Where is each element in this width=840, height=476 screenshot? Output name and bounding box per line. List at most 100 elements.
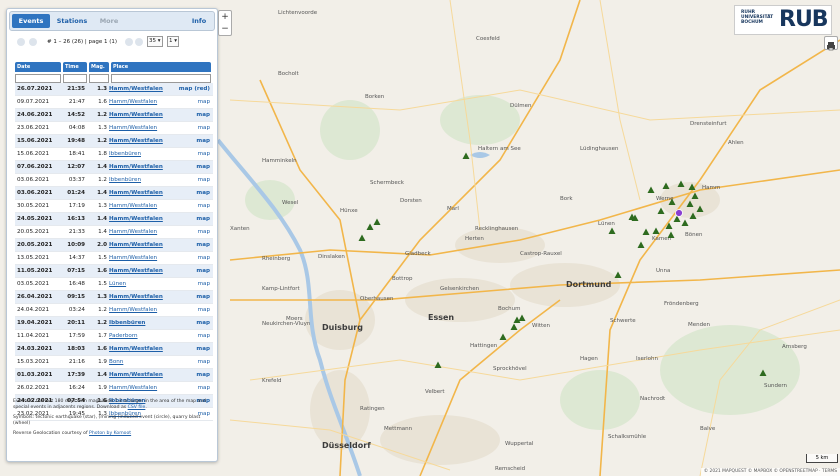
- cell-map-link[interactable]: map: [170, 135, 210, 147]
- col-header-date[interactable]: Date: [15, 62, 61, 72]
- table-row[interactable]: 03.06.2021 03:37 1.2 Ibbenbüren map: [15, 174, 213, 187]
- cell-map-link[interactable]: map: [170, 252, 210, 264]
- page-status: # 1 – 26 (26) | page 1 (1): [47, 39, 118, 45]
- cell-map-link[interactable]: map: [170, 291, 210, 303]
- table-row[interactable]: 09.07.2021 21:47 1.6 Hamm/Westfalen map: [15, 96, 213, 109]
- filter-date-input[interactable]: [15, 74, 61, 83]
- city-label: Dortmund: [566, 280, 612, 289]
- cell-map-link[interactable]: map: [170, 317, 210, 329]
- next-page-icon[interactable]: [125, 38, 133, 46]
- city-label: Bocholt: [278, 71, 300, 77]
- city-label: Hagen: [580, 356, 598, 362]
- cell-map-link[interactable]: map: [170, 161, 210, 173]
- cell-map-link[interactable]: map: [170, 265, 210, 277]
- tab-events[interactable]: Events: [12, 14, 50, 28]
- cell-mag: 1.4: [97, 190, 107, 196]
- cell-map-link[interactable]: map: [170, 343, 210, 355]
- cell-date: 23.06.2021: [17, 125, 50, 131]
- table-row[interactable]: 03.05.2021 16:48 1.5 Lünen map: [15, 278, 213, 291]
- cell-map-link[interactable]: map: [170, 226, 210, 238]
- cell-map-link[interactable]: map: [170, 213, 210, 225]
- csv-link[interactable]: CSV file: [128, 405, 146, 410]
- zoom-in-button[interactable]: +: [219, 11, 231, 23]
- table-row[interactable]: 15.06.2021 19:48 1.2 Hamm/Westfalen map: [15, 135, 213, 148]
- cell-date: 03.06.2021: [17, 177, 50, 183]
- map-attribution[interactable]: © 2021 MAPQUEST © MAPBOX © OPENSTREETMAP…: [700, 468, 840, 476]
- rub-logo: RUHR UNIVERSITÄT BOCHUM RUB: [734, 5, 832, 35]
- table-row[interactable]: 26.02.2021 16:24 1.9 Hamm/Westfalen map: [15, 382, 213, 395]
- city-label: Dinslaken: [318, 254, 345, 260]
- table-row[interactable]: 11.05.2021 07:15 1.6 Hamm/Westfalen map: [15, 265, 213, 278]
- table-row[interactable]: 24.05.2021 16:13 1.4 Hamm/Westfalen map: [15, 213, 213, 226]
- table-row[interactable]: 26.04.2021 09:15 1.3 Hamm/Westfalen map: [15, 291, 213, 304]
- cell-map-link[interactable]: map: [170, 239, 210, 251]
- table-row[interactable]: 26.07.2021 21:35 1.3 Hamm/Westfalen map (red…: [15, 83, 213, 96]
- cell-time: 20:11: [67, 320, 85, 326]
- city-label: Wuppertal: [505, 441, 534, 447]
- cell-map-link[interactable]: map: [170, 148, 210, 160]
- cell-map-link[interactable]: map: [170, 174, 210, 186]
- tab-info[interactable]: Info: [186, 14, 212, 28]
- table-row[interactable]: 30.05.2021 17:19 1.3 Hamm/Westfalen map: [15, 200, 213, 213]
- first-page-icon[interactable]: [17, 38, 25, 46]
- cell-mag: 1.6: [98, 99, 107, 105]
- table-row[interactable]: 11.04.2021 17:59 1.7 Paderborn map: [15, 330, 213, 343]
- tab-stations[interactable]: Stations: [52, 14, 92, 28]
- page-select[interactable]: 1 ▾: [167, 36, 180, 47]
- cell-map-link[interactable]: map: [170, 382, 210, 394]
- col-header-mag[interactable]: Mag.: [89, 62, 109, 72]
- cell-map-link[interactable]: map: [170, 278, 210, 290]
- cell-date: 20.05.2021: [17, 229, 50, 235]
- prev-page-icon[interactable]: [29, 38, 37, 46]
- table-row[interactable]: 24.06.2021 14:52 1.2 Hamm/Westfalen map: [15, 109, 213, 122]
- table-row[interactable]: 19.04.2021 20:11 1.2 Ibbenbüren map: [15, 317, 213, 330]
- city-label: Nachrodt: [640, 396, 666, 402]
- table-row[interactable]: 20.05.2021 10:09 2.0 Hamm/Westfalen map: [15, 239, 213, 252]
- cell-mag: 1.9: [98, 359, 107, 365]
- cell-date: 30.05.2021: [17, 203, 50, 209]
- filter-time-input[interactable]: [63, 74, 87, 83]
- photon-link[interactable]: Photon by Komoot: [89, 431, 131, 436]
- per-page-select[interactable]: 35 ▾: [147, 36, 163, 47]
- cell-map-link[interactable]: map (red): [170, 83, 210, 95]
- cell-map-link[interactable]: map: [170, 122, 210, 134]
- last-page-icon[interactable]: [135, 38, 143, 46]
- table-row[interactable]: 15.06.2021 18:41 1.8 Ibbenbüren map: [15, 148, 213, 161]
- col-header-place[interactable]: Place: [111, 62, 211, 72]
- selected-event-marker[interactable]: [675, 209, 683, 217]
- cell-map-link[interactable]: map: [170, 200, 210, 212]
- city-label: Xanten: [230, 226, 250, 232]
- table-row[interactable]: 24.04.2021 03:24 1.2 Hamm/Westfalen map: [15, 304, 213, 317]
- table-row[interactable]: 15.03.2021 21:16 1.9 Bonn map: [15, 356, 213, 369]
- table-row[interactable]: 20.05.2021 21:33 1.4 Hamm/Westfalen map: [15, 226, 213, 239]
- note-geolocation: Reverse Geolocation courtesy of: [13, 431, 88, 436]
- city-label: Herten: [465, 236, 484, 242]
- print-button[interactable]: [824, 36, 838, 51]
- cell-map-link[interactable]: map: [170, 109, 210, 121]
- city-label: Gelsenkirchen: [440, 286, 480, 292]
- cell-map-link[interactable]: map: [170, 330, 210, 342]
- city-label: Velbert: [425, 389, 445, 395]
- cell-map-link[interactable]: map: [170, 187, 210, 199]
- cell-map-link[interactable]: map: [170, 96, 210, 108]
- cell-date: 09.07.2021: [17, 99, 50, 105]
- table-row[interactable]: 24.03.2021 18:03 1.6 Hamm/Westfalen map: [15, 343, 213, 356]
- table-row[interactable]: 13.05.2021 14:37 1.5 Hamm/Westfalen map: [15, 252, 213, 265]
- filter-place-input[interactable]: [111, 74, 211, 83]
- zoom-out-button[interactable]: −: [219, 23, 231, 35]
- cell-map-link[interactable]: map: [170, 304, 210, 316]
- cell-map-link[interactable]: map: [170, 356, 210, 368]
- city-label: Sprockhövel: [493, 366, 527, 372]
- city-label: Iserlohn: [636, 356, 659, 362]
- cell-map-link[interactable]: map: [170, 369, 210, 381]
- table-row[interactable]: 03.06.2021 01:24 1.4 Hamm/Westfalen map: [15, 187, 213, 200]
- filter-mag-input[interactable]: [89, 74, 109, 83]
- cell-mag: 1.8: [98, 151, 107, 157]
- cell-date: 26.07.2021: [17, 86, 53, 92]
- cell-date: 24.05.2021: [17, 216, 53, 222]
- city-label: Neukirchen-Vluyn: [262, 321, 311, 327]
- table-row[interactable]: 23.06.2021 04:08 1.3 Hamm/Westfalen map: [15, 122, 213, 135]
- table-row[interactable]: 07.06.2021 12:07 1.4 Hamm/Westfalen map: [15, 161, 213, 174]
- col-header-time[interactable]: Time: [63, 62, 87, 72]
- table-row[interactable]: 01.03.2021 17:39 1.4 Hamm/Westfalen map: [15, 369, 213, 382]
